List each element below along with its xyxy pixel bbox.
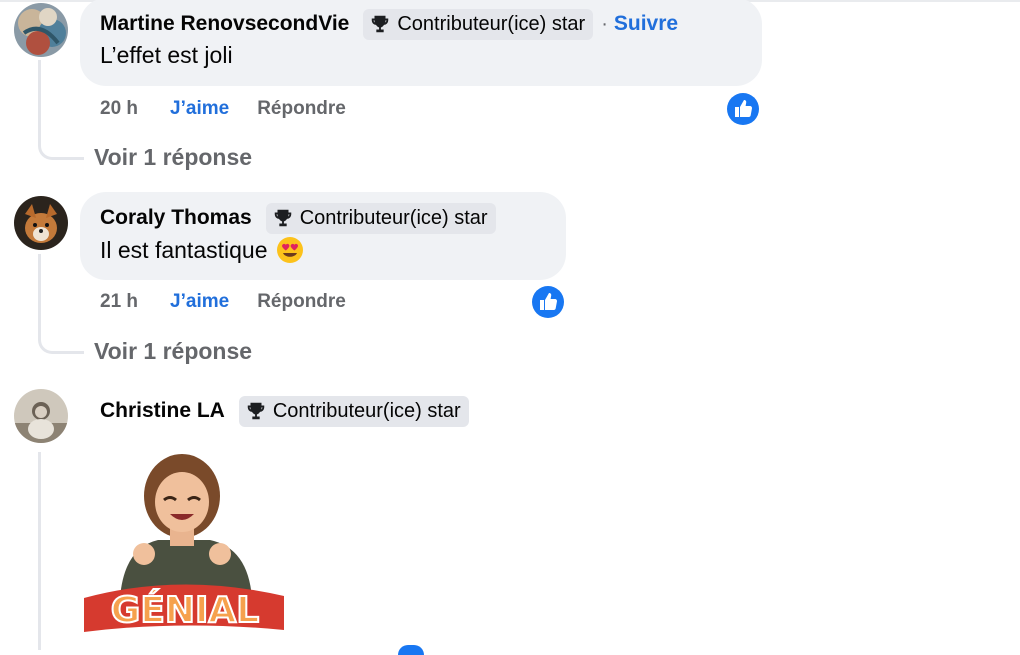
comment-text-body: L’effet est joli xyxy=(100,42,233,68)
trophy-icon xyxy=(245,400,267,422)
reply-thread-connector xyxy=(38,336,78,354)
like-button[interactable]: J’aime xyxy=(170,291,229,313)
comment-actions: 21 h J’aime Répondre xyxy=(100,291,346,313)
reply-thread-tail xyxy=(78,157,84,160)
like-reaction-icon-partial[interactable] xyxy=(398,645,424,655)
comment-header: Christine LA Contributeur(ice) star xyxy=(100,394,469,428)
reply-thread-connector xyxy=(38,142,78,160)
trophy-icon xyxy=(272,207,294,229)
comment-timestamp[interactable]: 20 h xyxy=(100,98,138,120)
follow-button[interactable]: Suivre xyxy=(614,12,678,36)
top-contributor-badge: Contributeur(ice) star xyxy=(265,202,496,234)
badge-label: Contributeur(ice) star xyxy=(272,399,461,422)
sticker-text: GÉNIAL xyxy=(111,589,259,631)
comment-author[interactable]: Martine RenovsecondVie xyxy=(100,12,349,36)
avatar-coraly[interactable] xyxy=(14,196,68,250)
top-contributor-badge: Contributeur(ice) star xyxy=(363,8,594,40)
reply-button[interactable]: Répondre xyxy=(257,291,346,313)
comment-bubble: Coraly Thomas Contributeur(ice) star Il … xyxy=(80,192,566,280)
separator-dot: · xyxy=(601,12,608,35)
view-replies-link[interactable]: Voir 1 réponse xyxy=(94,338,252,365)
reply-thread-line xyxy=(38,452,41,650)
heart-eyes-emoji-icon xyxy=(276,236,304,264)
comment-actions: 20 h J’aime Répondre xyxy=(100,98,346,120)
comment-author[interactable]: Christine LA xyxy=(100,399,225,423)
comment-text-body: Il est fantastique xyxy=(100,236,268,263)
view-replies-link[interactable]: Voir 1 réponse xyxy=(94,144,252,171)
comment-text: Il est fantastique xyxy=(100,236,546,264)
comment-text: L’effet est joli xyxy=(100,42,742,69)
reply-thread-tail xyxy=(78,351,84,354)
badge-label: Contributeur(ice) star xyxy=(397,12,586,35)
avatar-martine[interactable] xyxy=(14,3,68,57)
reply-button[interactable]: Répondre xyxy=(257,98,346,120)
badge-label: Contributeur(ice) star xyxy=(299,206,488,229)
comment-timestamp[interactable]: 21 h xyxy=(100,291,138,313)
reply-thread-line xyxy=(38,60,41,144)
like-reaction-icon[interactable] xyxy=(727,93,759,125)
reply-thread-line xyxy=(38,254,41,338)
genial-sticker[interactable]: GÉNIAL xyxy=(80,448,290,638)
trophy-icon xyxy=(369,13,391,35)
avatar-christine[interactable] xyxy=(14,389,68,443)
comment-bubble: Martine RenovsecondVie Contributeur(ice)… xyxy=(80,0,762,86)
comment-author[interactable]: Coraly Thomas xyxy=(100,206,252,230)
like-button[interactable]: J’aime xyxy=(170,98,229,120)
top-contributor-badge: Contributeur(ice) star xyxy=(238,395,469,427)
like-reaction-icon[interactable] xyxy=(532,286,564,318)
